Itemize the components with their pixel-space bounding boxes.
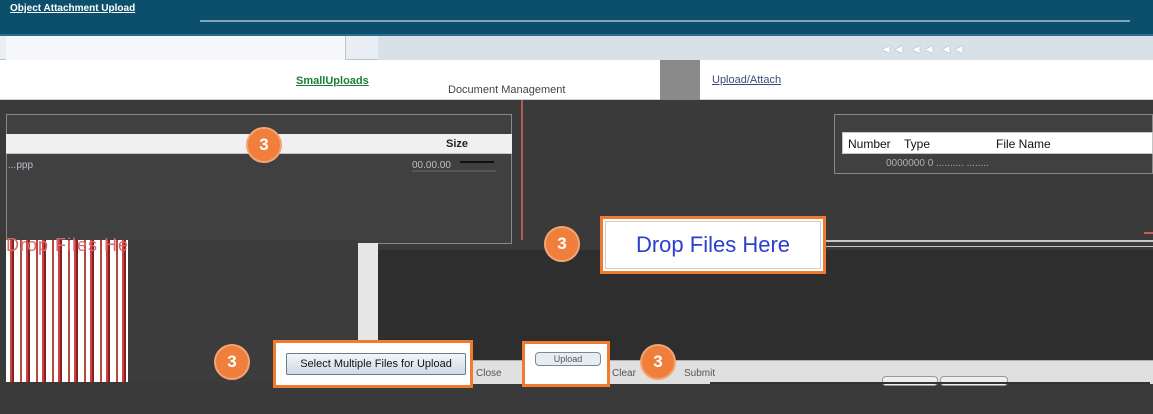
app-window: Object Attachment Upload ◄◄ ◄◄ ◄◄ SmallU… bbox=[0, 0, 1153, 414]
file-grid-row-name: ...ppp bbox=[8, 160, 34, 171]
tab-small-uploads[interactable]: SmallUploads bbox=[296, 75, 369, 87]
number-column-header[interactable]: Number bbox=[848, 137, 891, 151]
title-bar: Object Attachment Upload bbox=[0, 0, 1153, 36]
title-divider bbox=[200, 20, 1130, 22]
size-column-header[interactable]: Size bbox=[446, 138, 468, 150]
drop-zone-stripes bbox=[6, 240, 128, 382]
step-badge-upload bbox=[640, 344, 676, 380]
bottom-divider bbox=[710, 382, 1150, 384]
step-badge-drop bbox=[544, 226, 580, 262]
right-edge-marker bbox=[1144, 232, 1153, 234]
drop-zone-top-line bbox=[812, 240, 1153, 242]
bottom-pill-button[interactable] bbox=[882, 376, 938, 386]
file-grid-row-underline bbox=[412, 170, 496, 172]
close-button[interactable]: Close bbox=[476, 368, 502, 379]
nav-strip bbox=[378, 36, 1153, 60]
drop-files-here-label[interactable]: Drop Files Here bbox=[605, 221, 821, 269]
upload-button[interactable]: Upload bbox=[535, 352, 601, 366]
submit-button[interactable]: Submit bbox=[684, 368, 715, 379]
tab-document-management[interactable]: Document Management bbox=[448, 84, 565, 96]
drop-zone-left-label: Drop Files Here bbox=[6, 235, 148, 255]
upload-callout: Upload bbox=[522, 341, 610, 387]
tab-band-separator bbox=[660, 60, 700, 100]
select-files-callout: Select Multiple Files for Upload bbox=[273, 340, 473, 388]
clear-button[interactable]: Clear bbox=[612, 368, 636, 379]
step-badge-top bbox=[246, 127, 282, 163]
left-header-strip bbox=[6, 36, 346, 60]
panel-divider bbox=[521, 100, 523, 240]
drop-zone-top-line-2 bbox=[812, 246, 1153, 247]
file-name-column-header[interactable]: File Name bbox=[996, 137, 1051, 151]
nav-arrows-icon[interactable]: ◄◄ ◄◄ ◄◄ bbox=[880, 42, 966, 56]
tab-upload-attach[interactable]: Upload/Attach bbox=[712, 74, 781, 86]
window-title: Object Attachment Upload bbox=[10, 3, 136, 14]
attachment-grid-row: 0000000 0 .......... ........ bbox=[886, 158, 989, 169]
file-grid-row-bar bbox=[460, 161, 494, 163]
step-badge-select bbox=[214, 344, 250, 380]
select-multiple-files-button[interactable]: Select Multiple Files for Upload bbox=[286, 353, 466, 375]
type-column-header[interactable]: Type bbox=[904, 137, 930, 151]
drop-files-callout: Drop Files Here bbox=[600, 216, 826, 274]
bottom-pill-button-2[interactable] bbox=[940, 376, 1008, 386]
tab-band bbox=[0, 60, 1153, 100]
